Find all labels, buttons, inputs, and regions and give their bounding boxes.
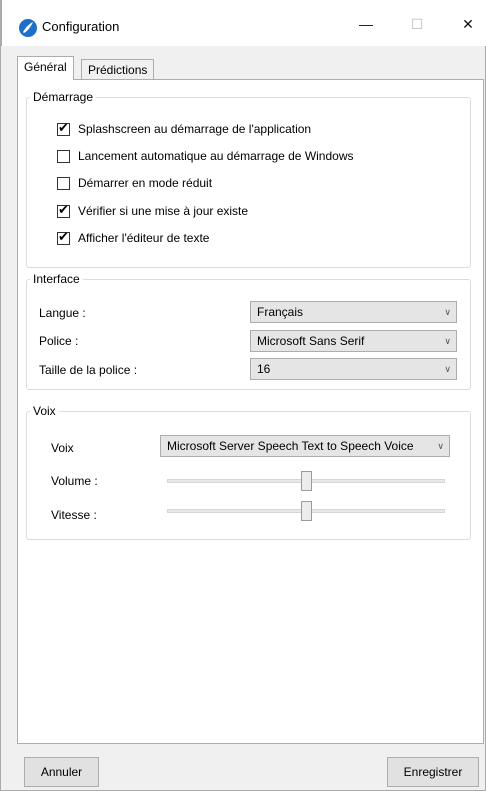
font-select[interactable]: Microsoft Sans Serif ∨ (250, 330, 457, 352)
voice-label: Voix (51, 441, 74, 455)
close-button[interactable]: ✕ (445, 8, 486, 40)
window-title: Configuration (42, 19, 120, 34)
minimize-button[interactable]: — (343, 8, 389, 40)
interface-group-title: Interface (33, 272, 80, 286)
font-label: Police : (39, 334, 79, 348)
language-select[interactable]: Français ∨ (250, 301, 457, 323)
checkbox-box[interactable]: ✔ (57, 121, 70, 136)
close-icon: ✕ (462, 16, 474, 32)
language-value: Français (257, 305, 304, 319)
speed-slider[interactable] (167, 501, 445, 521)
checkbox-box[interactable] (57, 150, 70, 163)
cancel-button[interactable]: Annuler (24, 757, 99, 787)
tab-predictions[interactable]: Prédictions (81, 59, 155, 81)
language-label: Langue : (39, 306, 86, 320)
font-size-value: 16 (257, 362, 271, 376)
chevron-down-icon: ∨ (444, 364, 451, 374)
voice-value: Microsoft Server Speech Text to Speech V… (167, 439, 414, 453)
minimize-icon: — (359, 16, 373, 32)
volume-thumb[interactable] (301, 471, 312, 491)
font-value: Microsoft Sans Serif (257, 334, 365, 348)
font-size-label: Taille de la police : (39, 363, 138, 377)
speed-label: Vitesse : (51, 508, 97, 522)
checkbox-label: Splashscreen au démarrage de l'applicati… (78, 122, 312, 136)
checkmark-icon: ✔ (58, 121, 69, 136)
font-size-select[interactable]: 16 ∨ (250, 358, 457, 380)
volume-slider[interactable] (167, 471, 445, 491)
checkmark-icon: ✔ (58, 230, 69, 245)
checkbox-label: Démarrer en mode réduit (78, 176, 213, 190)
maximize-button[interactable]: ☐ (394, 8, 440, 40)
checkbox-box[interactable] (57, 177, 70, 190)
tab-general[interactable]: Général (17, 56, 74, 80)
checkmark-icon: ✔ (58, 203, 69, 218)
checkbox-label: Vérifier si une mise à jour existe (78, 204, 249, 218)
volume-label: Volume : (51, 474, 98, 488)
chevron-down-icon: ∨ (444, 307, 451, 317)
checkbox-label: Lancement automatique au démarrage de Wi… (78, 149, 354, 163)
checkbox-box[interactable]: ✔ (57, 230, 70, 245)
maximize-icon: ☐ (410, 16, 424, 32)
checkbox-box[interactable]: ✔ (57, 203, 70, 218)
chevron-down-icon: ∨ (444, 336, 451, 346)
speed-thumb[interactable] (301, 501, 312, 521)
app-logo-icon (19, 19, 37, 37)
tab-panel-general: Démarrage ✔ Splashscreen au démarrage de… (17, 79, 484, 744)
voice-select[interactable]: Microsoft Server Speech Text to Speech V… (160, 435, 450, 457)
title-bar[interactable]: Configuration — ☐ ✕ (1, 0, 486, 46)
save-button[interactable]: Enregistrer (387, 757, 479, 787)
startup-group-title: Démarrage (33, 90, 94, 104)
chevron-down-icon: ∨ (433, 436, 444, 456)
voice-group-title: Voix (33, 404, 56, 418)
checkbox-label: Afficher l'éditeur de texte (78, 231, 210, 245)
configuration-window: Configuration — ☐ ✕ Général Prédictions … (0, 0, 486, 791)
